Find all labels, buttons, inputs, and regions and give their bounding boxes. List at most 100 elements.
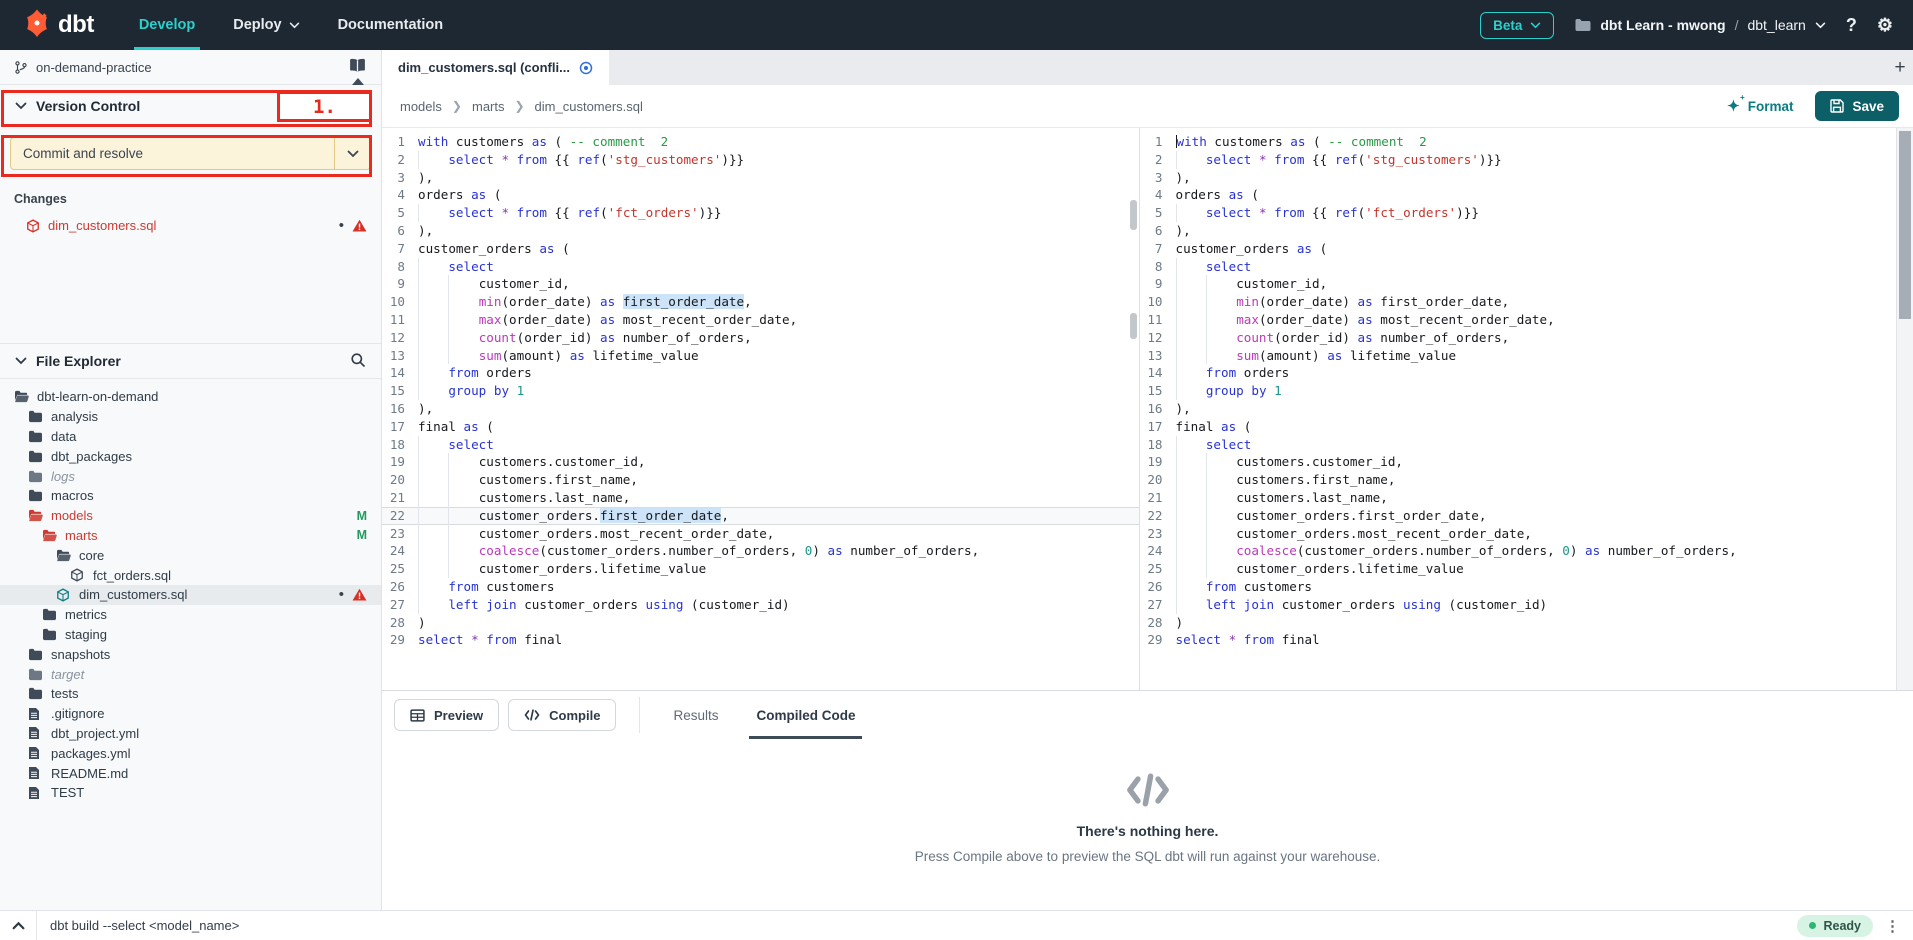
code-line-9[interactable]: 9 customer_id, <box>382 275 1139 293</box>
gear-icon[interactable]: ⚙ <box>1877 15 1893 36</box>
code-line-19[interactable]: 19 customers.customer_id, <box>382 453 1139 471</box>
file-explorer-header[interactable]: File Explorer <box>0 343 381 379</box>
tree-item-dim_customers.sql[interactable]: dim_customers.sql• <box>0 585 381 605</box>
code-line-14[interactable]: 14 from orders <box>1140 364 1897 382</box>
code-line-2[interactable]: 2 select * from {{ ref('stg_customers')}… <box>382 151 1139 169</box>
beta-button[interactable]: Beta <box>1480 12 1554 39</box>
code-line-21[interactable]: 21 customers.last_name, <box>1140 489 1897 507</box>
code-line-21[interactable]: 21 customers.last_name, <box>382 489 1139 507</box>
code-line-29[interactable]: 29select * from final <box>382 631 1139 649</box>
tree-item-metrics[interactable]: metrics <box>0 605 381 625</box>
tree-item-.gitignore[interactable]: .gitignore <box>0 704 381 724</box>
scrollbar-thumb[interactable] <box>1130 200 1137 230</box>
breadcrumb-item-marts[interactable]: marts <box>472 99 505 114</box>
code-line-23[interactable]: 23 customer_orders.most_recent_order_dat… <box>382 525 1139 543</box>
search-icon[interactable] <box>350 352 366 371</box>
tree-item-staging[interactable]: staging <box>0 625 381 645</box>
code-line-7[interactable]: 7customer_orders as ( <box>1140 240 1897 258</box>
code-line-15[interactable]: 15 group by 1 <box>1140 382 1897 400</box>
code-line-19[interactable]: 19 customers.customer_id, <box>1140 453 1897 471</box>
code-line-10[interactable]: 10 min(order_date) as first_order_date, <box>382 293 1139 311</box>
code-line-10[interactable]: 10 min(order_date) as first_order_date, <box>1140 293 1897 311</box>
scrollbar-thumb[interactable] <box>1899 131 1911 319</box>
tree-item-core[interactable]: core <box>0 545 381 565</box>
branch-row[interactable]: on-demand-practice <box>0 50 381 85</box>
breadcrumb-item-dim_customers.sql[interactable]: dim_customers.sql <box>535 99 643 114</box>
tab-results[interactable]: Results <box>654 691 737 739</box>
tree-item-snapshots[interactable]: snapshots <box>0 644 381 664</box>
code-line-6[interactable]: 6), <box>1140 222 1897 240</box>
nav-item-deploy[interactable]: Deploy <box>214 0 318 50</box>
tree-item-analysis[interactable]: analysis <box>0 407 381 427</box>
commit-dropdown-toggle[interactable] <box>334 138 370 169</box>
code-line-5[interactable]: 5 select * from {{ ref('fct_orders')}} <box>1140 204 1897 222</box>
breadcrumb-item-models[interactable]: models <box>400 99 442 114</box>
code-line-23[interactable]: 23 customer_orders.most_recent_order_dat… <box>1140 525 1897 543</box>
command-input[interactable]: dbt build --select <model_name> <box>37 918 1797 933</box>
code-line-16[interactable]: 16), <box>382 400 1139 418</box>
code-line-28[interactable]: 28) <box>382 614 1139 632</box>
tree-item-macros[interactable]: macros <box>0 486 381 506</box>
code-line-13[interactable]: 13 sum(amount) as lifetime_value <box>1140 347 1897 365</box>
tree-item-data[interactable]: data <box>0 427 381 447</box>
code-line-4[interactable]: 4orders as ( <box>1140 186 1897 204</box>
code-line-18[interactable]: 18 select <box>1140 436 1897 454</box>
editor-pane-left[interactable]: 1with customers as ( -- comment 22 selec… <box>382 128 1139 690</box>
tree-item-models[interactable]: modelsM <box>0 506 381 526</box>
editor-pane-right[interactable]: 1with customers as ( -- comment 22 selec… <box>1140 128 1897 690</box>
code-line-16[interactable]: 16), <box>1140 400 1897 418</box>
kebab-menu-icon[interactable]: ⋮ <box>1873 917 1913 935</box>
tree-item-tests[interactable]: tests <box>0 684 381 704</box>
new-tab-button[interactable]: + <box>1887 50 1913 85</box>
code-line-22[interactable]: 22 customer_orders.first_order_date, <box>382 507 1139 525</box>
scrollbar-thumb[interactable] <box>1130 313 1137 339</box>
code-line-17[interactable]: 17final as ( <box>1140 418 1897 436</box>
code-line-8[interactable]: 8 select <box>382 258 1139 276</box>
code-line-12[interactable]: 12 count(order_id) as number_of_orders, <box>382 329 1139 347</box>
preview-button[interactable]: Preview <box>394 699 499 731</box>
code-line-1[interactable]: 1with customers as ( -- comment 2 <box>1140 133 1897 151</box>
tab-compiled-code[interactable]: Compiled Code <box>737 691 874 739</box>
code-line-7[interactable]: 7customer_orders as ( <box>382 240 1139 258</box>
code-line-13[interactable]: 13 sum(amount) as lifetime_value <box>382 347 1139 365</box>
code-line-24[interactable]: 24 coalesce(customer_orders.number_of_or… <box>1140 542 1897 560</box>
code-line-18[interactable]: 18 select <box>382 436 1139 454</box>
commit-resolve-button[interactable]: Commit and resolve <box>10 137 371 170</box>
code-line-9[interactable]: 9 customer_id, <box>1140 275 1897 293</box>
code-line-12[interactable]: 12 count(order_id) as number_of_orders, <box>1140 329 1897 347</box>
tree-item-README.md[interactable]: README.md <box>0 763 381 783</box>
docs-book-icon[interactable] <box>348 58 367 76</box>
code-line-11[interactable]: 11 max(order_date) as most_recent_order_… <box>382 311 1139 329</box>
save-button[interactable]: Save <box>1815 91 1899 121</box>
code-line-14[interactable]: 14 from orders <box>382 364 1139 382</box>
account-breadcrumb[interactable]: dbt Learn - mwong / dbt_learn <box>1574 17 1826 33</box>
tree-item-dbt_project.yml[interactable]: dbt_project.yml <box>0 724 381 744</box>
tree-item-target[interactable]: target <box>0 664 381 684</box>
code-line-20[interactable]: 20 customers.first_name, <box>382 471 1139 489</box>
nav-item-documentation[interactable]: Documentation <box>319 0 463 50</box>
code-line-6[interactable]: 6), <box>382 222 1139 240</box>
compile-button[interactable]: Compile <box>508 699 616 731</box>
code-line-27[interactable]: 27 left join customer_orders using (cust… <box>1140 596 1897 614</box>
code-line-29[interactable]: 29select * from final <box>1140 631 1897 649</box>
code-line-17[interactable]: 17final as ( <box>382 418 1139 436</box>
nav-item-develop[interactable]: Develop <box>120 0 214 50</box>
project-name[interactable]: dbt_learn <box>1747 17 1805 33</box>
code-line-20[interactable]: 20 customers.first_name, <box>1140 471 1897 489</box>
tree-item-logs[interactable]: logs <box>0 466 381 486</box>
collapse-chevron-icon[interactable] <box>0 911 36 940</box>
tree-item-marts[interactable]: martsM <box>0 526 381 546</box>
code-line-11[interactable]: 11 max(order_date) as most_recent_order_… <box>1140 311 1897 329</box>
tree-item-packages.yml[interactable]: packages.yml <box>0 743 381 763</box>
tree-item-TEST[interactable]: TEST <box>0 783 381 803</box>
code-line-3[interactable]: 3), <box>1140 169 1897 187</box>
code-line-26[interactable]: 26 from customers <box>382 578 1139 596</box>
help-icon[interactable]: ? <box>1846 15 1857 36</box>
code-line-27[interactable]: 27 left join customer_orders using (cust… <box>382 596 1139 614</box>
code-line-1[interactable]: 1with customers as ( -- comment 2 <box>382 133 1139 151</box>
format-button[interactable]: ✦+ Format <box>1727 97 1793 115</box>
code-line-24[interactable]: 24 coalesce(customer_orders.number_of_or… <box>382 542 1139 560</box>
code-line-3[interactable]: 3), <box>382 169 1139 187</box>
right-scrollbar[interactable] <box>1896 128 1913 690</box>
code-line-8[interactable]: 8 select <box>1140 258 1897 276</box>
